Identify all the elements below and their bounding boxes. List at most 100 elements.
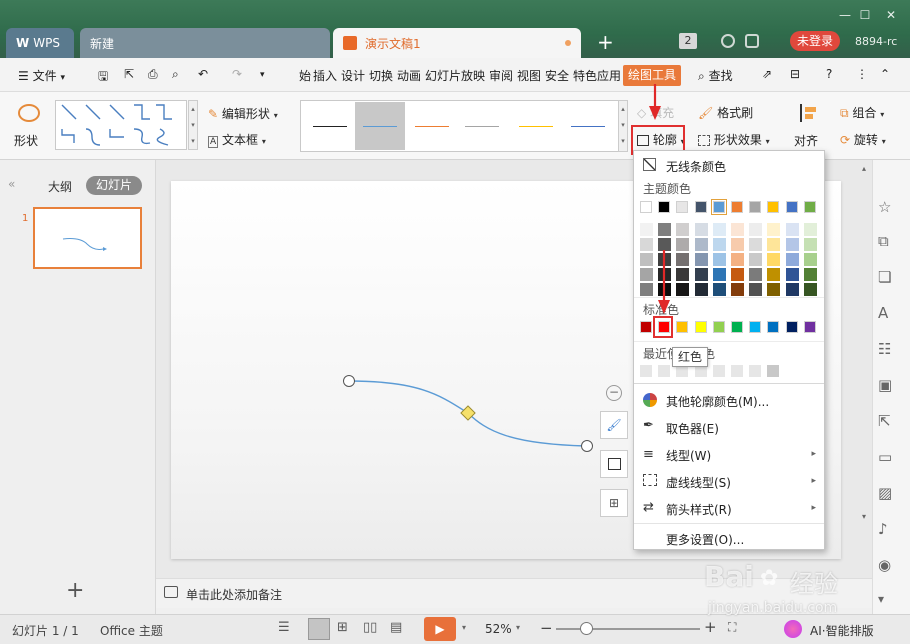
standard-color-swatch[interactable] [731, 321, 743, 333]
archive-icon[interactable]: ▭ [878, 448, 898, 468]
theme-shade-swatch[interactable] [767, 253, 781, 266]
theme-shade-swatch[interactable] [694, 253, 708, 266]
theme-color-swatch[interactable] [749, 201, 762, 213]
page-count-badge[interactable]: 2 [679, 33, 697, 49]
theme-shade-swatch[interactable] [731, 268, 744, 281]
gallery-scroll[interactable]: ▴ ▾ ▾ [188, 100, 198, 150]
style-gallery-scroll[interactable]: ▴ ▾ ▾ [618, 100, 628, 152]
normal-view-icon[interactable] [308, 618, 330, 640]
maximize-icon[interactable]: ☐ [858, 8, 872, 22]
edit-shape-button[interactable]: ✎ 编辑形状 ▾ [208, 105, 278, 123]
skin-icon[interactable] [745, 34, 759, 48]
outline-float-button[interactable] [600, 450, 628, 478]
outline-tab[interactable]: 大纲 [48, 178, 72, 195]
slide-thumbnail[interactable] [33, 207, 142, 269]
theme-shade-swatch[interactable] [694, 238, 708, 251]
sidebar-scroll-down-icon[interactable]: ▾ [862, 512, 866, 521]
recent-color-swatch[interactable] [640, 365, 652, 377]
recent-color-swatch[interactable] [767, 365, 780, 377]
location-icon[interactable]: ◉ [878, 556, 898, 576]
minimize-icon[interactable]: — [838, 8, 852, 22]
export-side-icon[interactable]: ⇱ [878, 412, 898, 432]
zoom-slider[interactable] [556, 628, 700, 630]
line-style-6[interactable] [565, 101, 611, 151]
theme-shade-swatch[interactable] [731, 283, 744, 296]
line-style-gallery[interactable] [300, 100, 627, 152]
theme-shade-swatch[interactable] [749, 283, 763, 296]
star-icon[interactable]: ☆ [878, 198, 898, 218]
rotate-button[interactable]: ⟳ 旋转 ▾ [840, 131, 886, 148]
sync-icon[interactable] [721, 34, 735, 48]
play-dropdown-icon[interactable]: ▾ [462, 623, 466, 632]
line-style-5[interactable] [513, 101, 559, 151]
tab-design[interactable]: 设计 [341, 67, 365, 84]
theme-shade-swatch[interactable] [694, 283, 708, 296]
theme-shade-swatch[interactable] [712, 268, 726, 281]
text-icon[interactable]: A [878, 304, 898, 324]
tab-animation[interactable]: 动画 [397, 67, 421, 84]
theme-shade-swatch[interactable] [749, 253, 763, 266]
image-icon[interactable]: ▨ [878, 484, 898, 504]
format-painter-float-button[interactable]: 🖌 [600, 411, 628, 439]
theme-shade-swatch[interactable] [712, 238, 726, 251]
zoom-level[interactable]: 52% [485, 622, 512, 636]
tab-transition[interactable]: 切换 [369, 67, 393, 84]
more-settings-item[interactable]: 更多设置(O)... [634, 527, 824, 549]
more-options-icon[interactable]: ⋮ [856, 67, 868, 81]
preview-icon[interactable]: ⌕ [172, 67, 179, 82]
eyedropper-item[interactable]: ✒ 取色器(E) [634, 416, 824, 438]
zoom-out-float-icon[interactable]: − [606, 385, 622, 401]
share-icon[interactable]: ⇗ [762, 67, 772, 81]
sidebar-scroll-up-icon[interactable]: ▴ [862, 164, 866, 173]
theme-shade-swatch[interactable] [785, 223, 799, 236]
theme-shade-swatch[interactable] [785, 253, 799, 266]
gallery-icon[interactable]: ▣ [878, 376, 898, 396]
standard-color-swatch[interactable] [767, 321, 780, 333]
standard-color-swatch[interactable] [785, 321, 798, 333]
theme-shade-swatch[interactable] [803, 223, 817, 236]
theme-color-swatch[interactable] [803, 201, 816, 213]
theme-shade-swatch[interactable] [785, 268, 799, 281]
theme-shade-swatch[interactable] [767, 283, 781, 296]
tab-document[interactable]: 演示文稿1 [333, 28, 581, 58]
theme-shade-swatch[interactable] [803, 283, 817, 296]
collapse-ribbon-icon[interactable]: ⌃ [880, 67, 890, 81]
notes-page-icon[interactable]: ▤ [390, 620, 402, 635]
textbox-button[interactable]: A 文本框 ▾ [208, 131, 266, 149]
line-type-item[interactable]: ≡ 线型(W) ▸ [634, 443, 824, 465]
group-button[interactable]: ⧉ 组合 ▾ [840, 104, 884, 121]
theme-shade-swatch[interactable] [767, 223, 781, 236]
dash-type-item[interactable]: 虚线线型(S) ▸ [634, 470, 824, 492]
save-icon[interactable]: 🖫 [98, 67, 108, 88]
theme-shade-swatch[interactable] [803, 238, 817, 251]
recent-color-swatch[interactable] [749, 365, 762, 377]
collapse-pane-icon[interactable]: « [8, 177, 15, 191]
undo-icon[interactable]: ↶ [198, 67, 208, 81]
settings-sliders-icon[interactable]: ☷ [878, 340, 898, 360]
theme-shade-swatch[interactable] [749, 268, 763, 281]
slides-tab[interactable]: 幻灯片 [86, 176, 142, 195]
align-button[interactable]: 对齐 [792, 102, 828, 150]
theme-color-swatch[interactable] [710, 199, 727, 215]
theme-color-swatch[interactable] [767, 201, 780, 213]
zoom-slider-handle[interactable] [580, 622, 593, 635]
tab-new[interactable]: 新建 [80, 28, 330, 58]
quick-access-dropdown-icon[interactable]: ▾ [260, 70, 265, 80]
transform-icon[interactable]: ⧉ [878, 232, 898, 252]
search-button[interactable]: ⌕ 查找 [698, 67, 733, 84]
recent-color-swatch[interactable] [712, 365, 725, 377]
collapse-panel-icon[interactable]: ⊟ [790, 67, 800, 81]
theme-shade-swatch[interactable] [712, 253, 726, 266]
standard-color-swatch[interactable] [803, 321, 816, 333]
shape-gallery[interactable] [55, 100, 187, 150]
curved-connector-shape[interactable] [171, 181, 621, 461]
theme-shade-swatch[interactable] [731, 223, 744, 236]
tab-review[interactable]: 审阅 [489, 67, 513, 84]
theme-color-swatch[interactable] [731, 201, 743, 213]
volume-icon[interactable]: ♪ [878, 520, 898, 540]
standard-color-swatch[interactable] [712, 321, 725, 333]
new-tab-button[interactable]: + [597, 30, 614, 54]
tab-insert[interactable]: 插入 [313, 67, 337, 84]
theme-color-swatch[interactable] [785, 201, 798, 213]
line-style-3[interactable] [409, 101, 455, 151]
